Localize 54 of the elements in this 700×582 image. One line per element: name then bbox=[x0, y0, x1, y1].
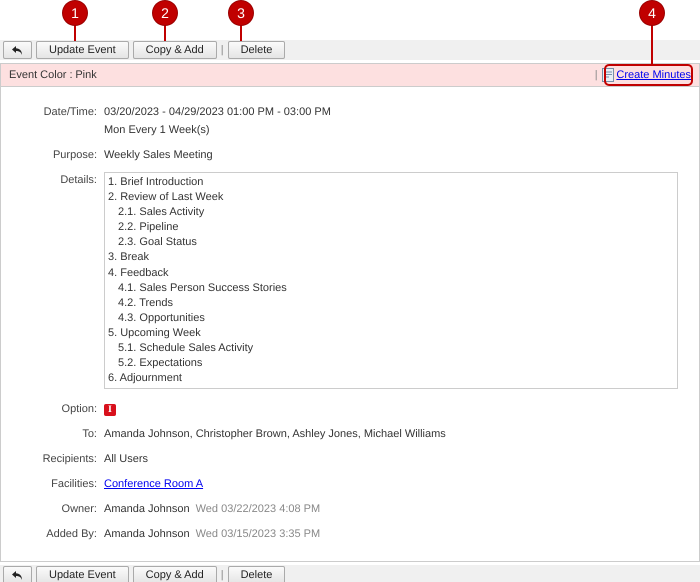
event-color-label: Event Color : bbox=[9, 68, 73, 83]
toolbar-button[interactable]: Delete bbox=[228, 566, 286, 582]
field-value: All Users bbox=[104, 452, 148, 468]
field-value: 03/20/2023 - 04/29/2023 01:00 PM - 03:00 PM bbox=[104, 105, 331, 120]
field-label: Option: bbox=[60, 402, 98, 418]
field-label: Facilities: bbox=[50, 477, 98, 492]
toolbar-separator: | bbox=[220, 568, 224, 582]
details-item: 5. Upcoming Week bbox=[108, 326, 202, 341]
toolbar-button[interactable]: Delete bbox=[228, 41, 286, 59]
details-item: 1. Brief Introduction bbox=[108, 175, 204, 190]
back-arrow-icon bbox=[12, 46, 23, 54]
details-item: 6. Adjournment bbox=[108, 371, 183, 386]
field-label: Added By: bbox=[45, 527, 98, 542]
callout-marker: 3 bbox=[229, 1, 253, 25]
details-item: 3. Break bbox=[108, 250, 150, 266]
field-label: Purpose: bbox=[52, 148, 98, 163]
back-button[interactable] bbox=[3, 41, 32, 59]
field-label: Recipients: bbox=[42, 452, 98, 468]
timestamp: Wed 03/22/2023 4:08 PM bbox=[196, 503, 320, 516]
details-item: 4.1. Sales Person Success Stories bbox=[117, 280, 288, 296]
toolbar-button[interactable]: Update Event bbox=[36, 566, 129, 582]
details-item: 4.2. Trends bbox=[117, 296, 174, 311]
facility-link[interactable]: Conference Room A bbox=[104, 478, 204, 490]
field-label: Date/Time: bbox=[42, 105, 98, 120]
toolbar-button[interactable]: Copy & Add bbox=[132, 41, 217, 59]
details-item: 2.2. Pipeline bbox=[117, 220, 180, 236]
details-item: 4.3. Opportunities bbox=[117, 310, 206, 326]
field-label: Details: bbox=[59, 173, 98, 188]
details-item: 2. Review of Last Week bbox=[108, 190, 224, 206]
field-label: Owner: bbox=[60, 502, 98, 518]
timestamp: Wed 03/15/2023 3:35 PM bbox=[196, 528, 320, 540]
toolbar-separator: | bbox=[220, 43, 224, 58]
details-item: 2.1. Sales Activity bbox=[117, 205, 206, 220]
toolbar-button[interactable]: Update Event bbox=[36, 41, 129, 59]
callout-marker: 2 bbox=[153, 1, 177, 25]
back-button[interactable] bbox=[3, 566, 32, 582]
bar-separator: | bbox=[594, 68, 598, 83]
details-item: 5.1. Schedule Sales Activity bbox=[117, 341, 254, 356]
field-value: Amanda Johnson bbox=[104, 503, 190, 516]
details-item: 2.3. Goal Status bbox=[117, 235, 198, 250]
details-item: 4. Feedback bbox=[108, 266, 170, 281]
details-item: 5.2. Expectations bbox=[117, 356, 204, 372]
callout-marker: 4 bbox=[640, 1, 664, 25]
field-value: Amanda Johnson bbox=[104, 528, 190, 540]
field-value: Weekly Sales Meeting bbox=[104, 148, 213, 163]
back-arrow-icon bbox=[12, 570, 23, 580]
importance-icon: I bbox=[104, 404, 116, 416]
event-color-value: Pink bbox=[75, 68, 97, 83]
create-minutes-link[interactable]: Create Minutes bbox=[616, 66, 691, 84]
toolbar-button[interactable]: Copy & Add bbox=[132, 566, 217, 582]
field-value: Mon Every 1 Week(s) bbox=[104, 123, 211, 138]
callout-marker: 1 bbox=[63, 1, 87, 25]
field-value: Amanda Johnson, Christopher Brown, Ashley Jones, Michael Williams bbox=[104, 427, 446, 442]
field-label: To: bbox=[81, 427, 98, 442]
